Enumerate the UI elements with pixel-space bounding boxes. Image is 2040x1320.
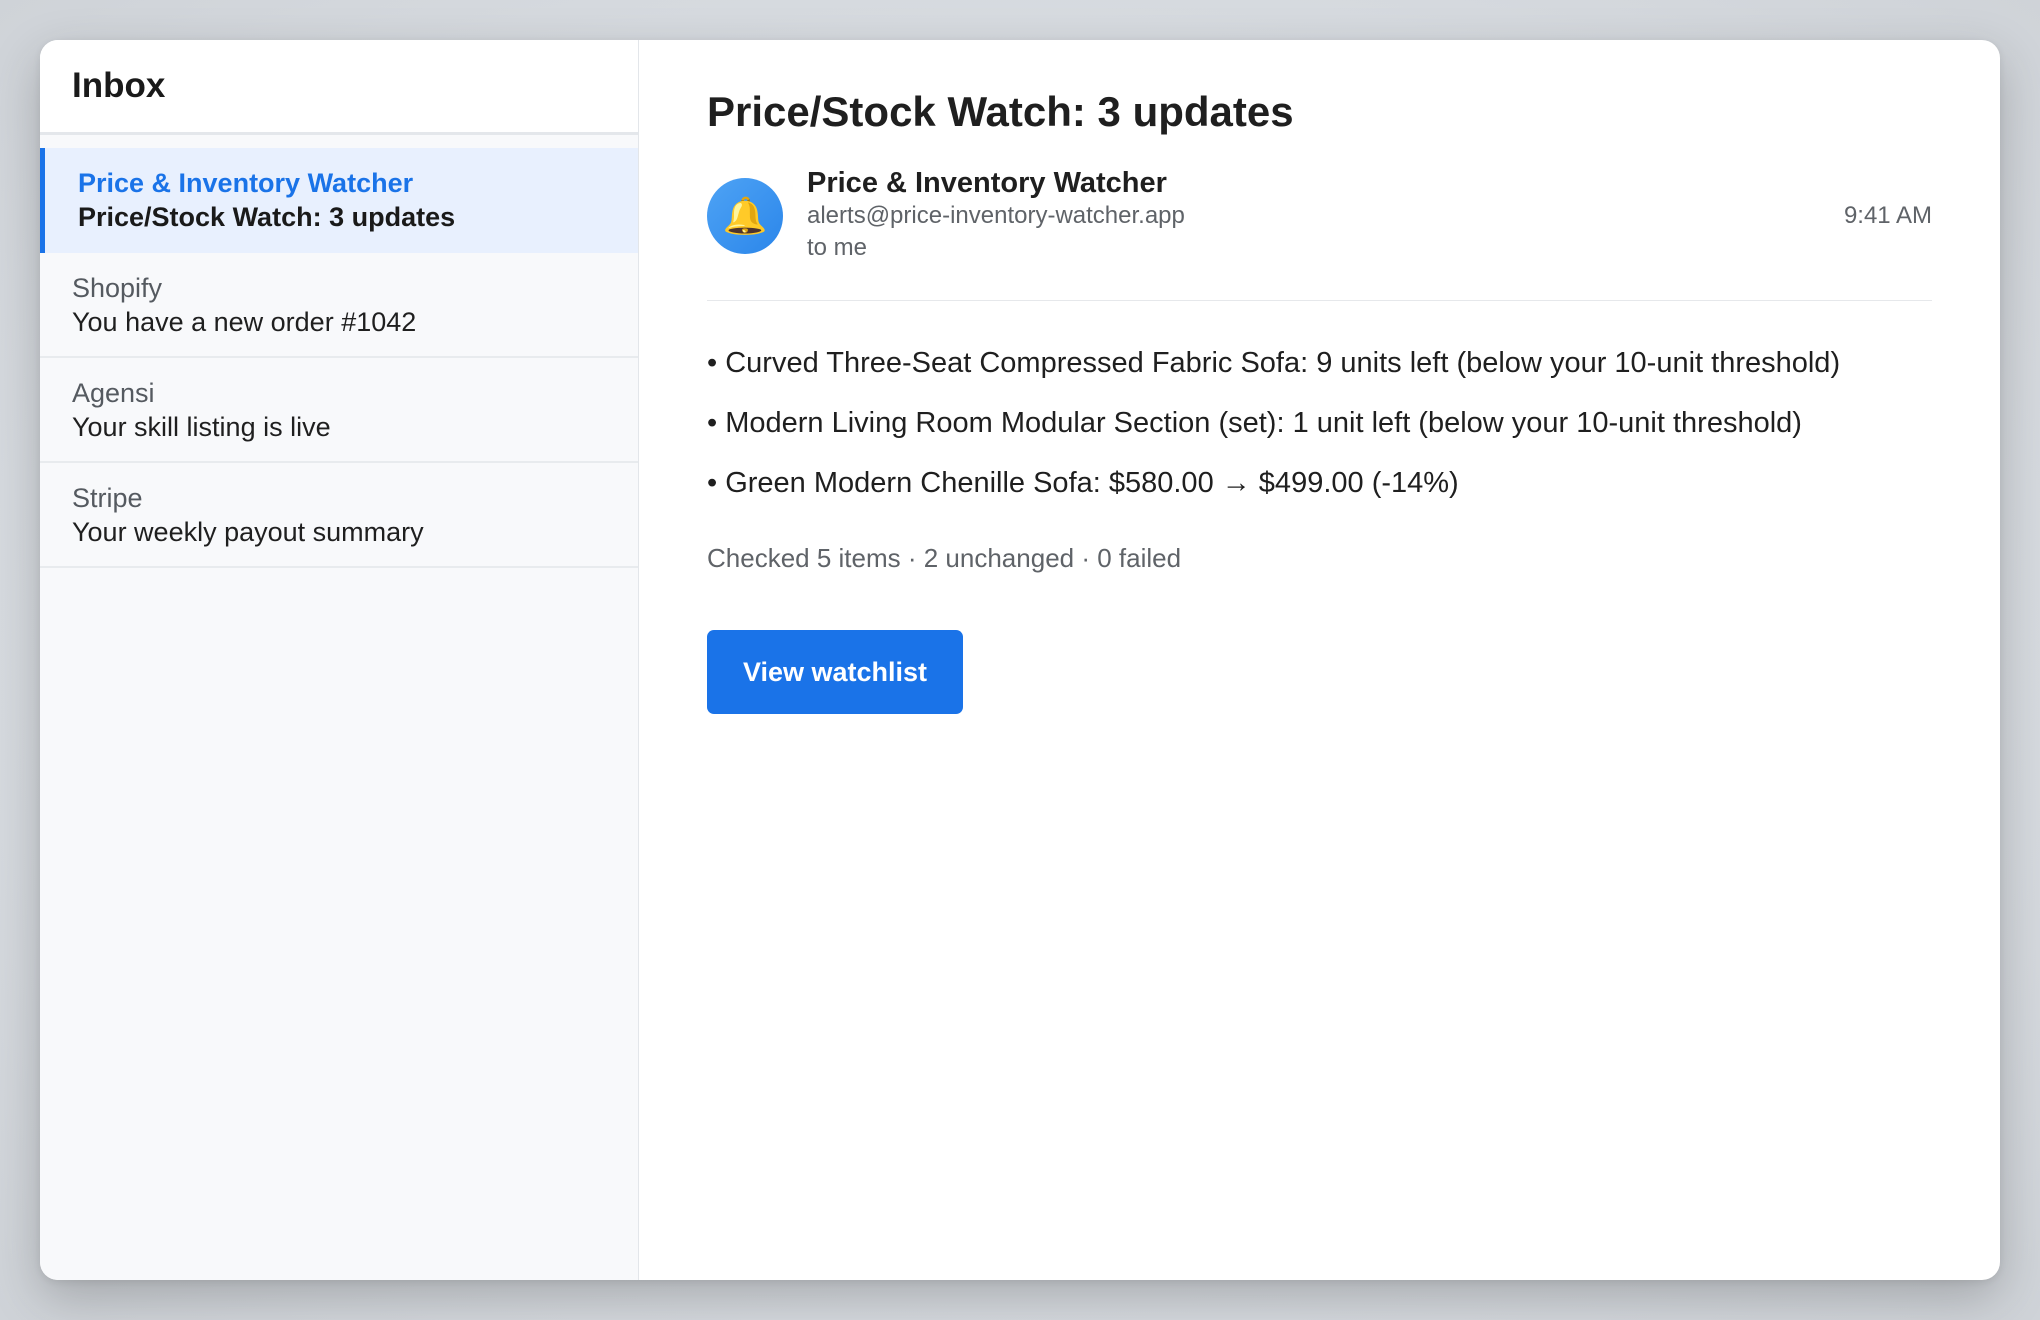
mail-subject: Your weekly payout summary — [72, 517, 424, 547]
inbox-title: Inbox — [72, 66, 166, 105]
update-line: • Modern Living Room Modular Section (se… — [707, 407, 1802, 439]
sidebar: Inbox Price & Inventory Watcher Price/St… — [40, 40, 639, 1280]
email-time: 9:41 AM — [1843, 202, 1932, 229]
mail-item-agensi[interactable]: Agensi Your skill listing is live — [40, 358, 638, 463]
sender-info: Price & Inventory Watcher alerts@price-i… — [807, 166, 1185, 264]
mail-item-shopify[interactable]: Shopify You have a new order #1042 — [40, 253, 638, 358]
mail-subject: Your skill listing is live — [72, 412, 331, 442]
mail-sender: Agensi — [72, 378, 155, 408]
email-title: Price/Stock Watch: 3 updates — [707, 88, 1294, 135]
update-line: • Curved Three-Seat Compressed Fabric So… — [707, 347, 1841, 379]
sidebar-header: Inbox — [40, 40, 638, 135]
email-window: Inbox Price & Inventory Watcher Price/St… — [40, 40, 2000, 1280]
mail-item-stripe[interactable]: Stripe Your weekly payout summary — [40, 463, 638, 568]
check-summary: Checked 5 items · 2 unchanged · 0 failed — [707, 543, 1182, 573]
sender-email: alerts@price-inventory-watcher.app — [807, 202, 1185, 229]
mail-sender: Stripe — [72, 483, 143, 513]
mail-list: Price & Inventory Watcher Price/Stock Wa… — [40, 148, 638, 568]
update-line: • Green Modern Chenille Sofa: $580.00 → … — [707, 467, 1459, 499]
mail-subject: Price/Stock Watch: 3 updates — [78, 202, 456, 232]
bell-icon: 🔔 — [722, 195, 768, 236]
sender-row: 🔔 Price & Inventory Watcher alerts@price… — [707, 166, 1932, 301]
mail-sender: Price & Inventory Watcher — [78, 168, 414, 198]
email-content: Price/Stock Watch: 3 updates 🔔 Price & I… — [639, 40, 2000, 1280]
recipient-label: to me — [807, 234, 868, 261]
mail-sender: Shopify — [72, 273, 163, 303]
sender-name: Price & Inventory Watcher — [807, 167, 1167, 199]
mail-subject: You have a new order #1042 — [72, 307, 417, 337]
avatar: 🔔 — [707, 178, 783, 254]
view-watchlist-button[interactable]: View watchlist — [707, 630, 963, 714]
email-body: • Curved Three-Seat Compressed Fabric So… — [707, 345, 1932, 501]
mail-item-price-inventory-watcher[interactable]: Price & Inventory Watcher Price/Stock Wa… — [40, 148, 638, 253]
